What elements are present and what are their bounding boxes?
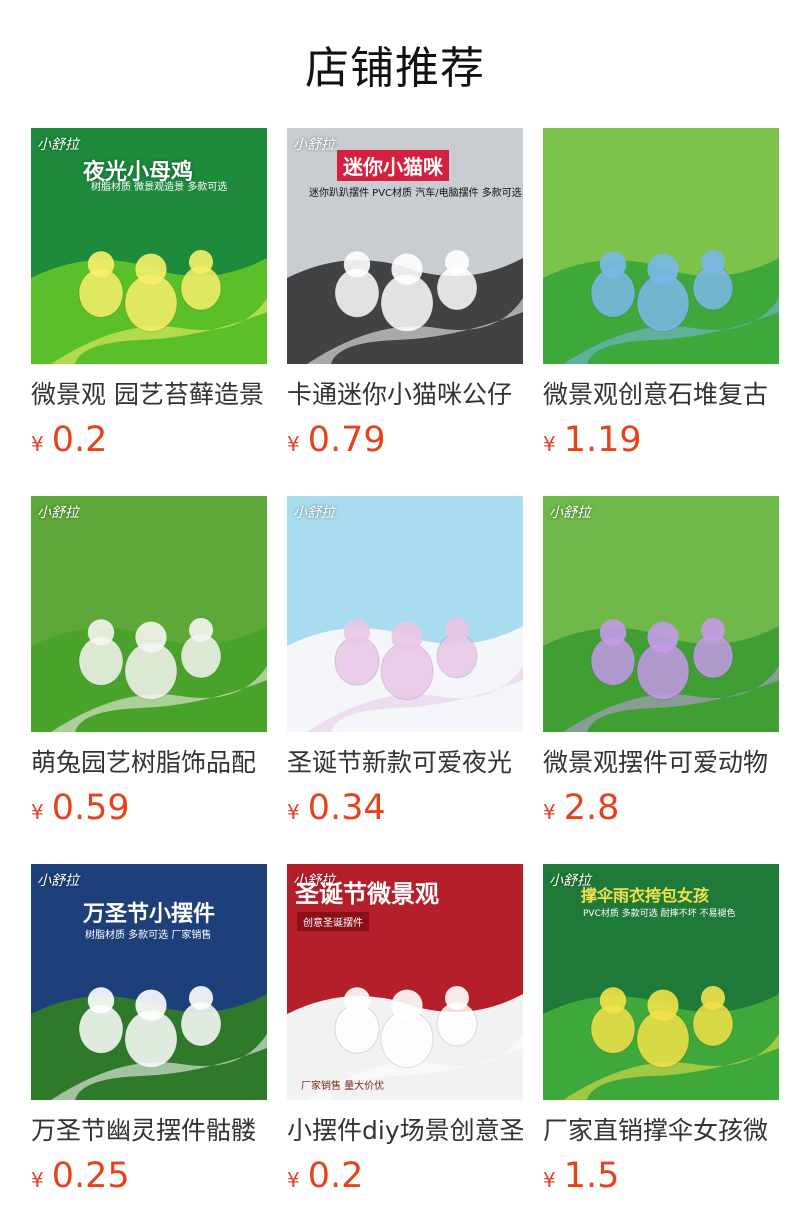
product-price: ¥0.2 bbox=[31, 420, 267, 460]
product-card[interactable]: 小舒拉 圣诞节微景观 创意圣诞摆件 厂家销售 量大价优 小摆件diy场景创意圣 ¥0.2 bbox=[287, 864, 523, 1232]
price-value: 0.59 bbox=[51, 788, 130, 828]
image-banner-text: 万圣节小摆件 bbox=[83, 902, 216, 927]
currency-symbol: ¥ bbox=[287, 432, 300, 456]
image-subtitle: 创意圣诞摆件 bbox=[297, 912, 369, 931]
product-title[interactable]: 万圣节幽灵摆件骷髅 bbox=[31, 1114, 267, 1148]
price-value: 1.19 bbox=[563, 420, 642, 460]
page-title: 店铺推荐 bbox=[305, 43, 485, 94]
product-title[interactable]: 卡通迷你小猫咪公仔 bbox=[287, 378, 523, 412]
currency-symbol: ¥ bbox=[543, 1168, 556, 1192]
product-card[interactable]: 小舒拉 撑伞雨衣挎包女孩 PVC材质 多款可选 耐摔不坏 不易褪色 厂家直销撑伞女孩微… bbox=[543, 864, 779, 1232]
product-title[interactable]: 圣诞节新款可爱夜光 bbox=[287, 746, 523, 780]
product-price: ¥0.2 bbox=[287, 1156, 523, 1196]
price-value: 2.8 bbox=[563, 788, 620, 828]
product-price: ¥0.79 bbox=[287, 420, 523, 460]
currency-symbol: ¥ bbox=[31, 432, 44, 456]
price-value: 0.79 bbox=[307, 420, 386, 460]
currency-symbol: ¥ bbox=[543, 432, 556, 456]
product-price: ¥0.25 bbox=[31, 1156, 267, 1196]
currency-symbol: ¥ bbox=[287, 800, 300, 824]
product-image[interactable]: 小舒拉 迷你小猫咪迷你趴趴摆件 PVC材质 汽车/电脑摆件 多款可选 bbox=[287, 128, 523, 364]
product-card[interactable]: 微景观创意石堆复古 ¥1.19 bbox=[543, 128, 779, 496]
product-title[interactable]: 微景观摆件可爱动物 bbox=[543, 746, 779, 780]
brand-logo: 小舒拉 bbox=[37, 873, 79, 889]
price-value: 0.2 bbox=[307, 1156, 364, 1196]
product-title[interactable]: 厂家直销撑伞女孩微 bbox=[543, 1114, 779, 1148]
product-image[interactable]: 小舒拉 夜光小母鸡 树脂材质 微景观造景 多款可选 bbox=[31, 128, 267, 364]
product-card[interactable]: 小舒拉 迷你小猫咪迷你趴趴摆件 PVC材质 汽车/电脑摆件 多款可选卡通迷你小猫咪… bbox=[287, 128, 523, 496]
brand-logo: 小舒拉 bbox=[293, 505, 335, 521]
product-price: ¥1.19 bbox=[543, 420, 779, 460]
image-banner-text: 迷你小猫咪 bbox=[337, 150, 449, 181]
product-card[interactable]: 小舒拉微景观摆件可爱动物 ¥2.8 bbox=[543, 496, 779, 864]
brand-logo: 小舒拉 bbox=[37, 137, 79, 153]
product-title[interactable]: 微景观 园艺苔藓造景 bbox=[31, 378, 267, 412]
currency-symbol: ¥ bbox=[31, 1168, 44, 1192]
image-subtitle: 树脂材质 多款可选 厂家销售 bbox=[85, 930, 212, 941]
product-image[interactable]: 小舒拉 撑伞雨衣挎包女孩 PVC材质 多款可选 耐摔不坏 不易褪色 bbox=[543, 864, 779, 1100]
currency-symbol: ¥ bbox=[31, 800, 44, 824]
brand-logo: 小舒拉 bbox=[293, 137, 335, 153]
product-card[interactable]: 小舒拉 夜光小母鸡 树脂材质 微景观造景 多款可选微景观 园艺苔藓造景 ¥0.2 bbox=[31, 128, 267, 496]
image-banner-text: 撑伞雨衣挎包女孩 bbox=[581, 886, 710, 905]
product-title[interactable]: 小摆件diy场景创意圣 bbox=[287, 1114, 523, 1148]
product-image[interactable]: 小舒拉 bbox=[31, 496, 267, 732]
price-value: 0.34 bbox=[307, 788, 386, 828]
price-value: 0.25 bbox=[51, 1156, 130, 1196]
brand-logo: 小舒拉 bbox=[549, 505, 591, 521]
product-image[interactable] bbox=[543, 128, 779, 364]
product-title[interactable]: 萌兔园艺树脂饰品配 bbox=[31, 746, 267, 780]
image-subtitle: 树脂材质 微景观造景 多款可选 bbox=[91, 182, 228, 193]
brand-logo: 小舒拉 bbox=[37, 505, 79, 521]
product-price: ¥1.5 bbox=[543, 1156, 779, 1196]
currency-symbol: ¥ bbox=[287, 1168, 300, 1192]
product-image[interactable]: 小舒拉 bbox=[287, 496, 523, 732]
page-header: 店铺推荐 bbox=[0, 0, 790, 128]
price-value: 0.2 bbox=[51, 420, 108, 460]
price-value: 1.5 bbox=[563, 1156, 620, 1196]
product-image[interactable]: 小舒拉 bbox=[543, 496, 779, 732]
image-subtitle: PVC材质 多款可选 耐摔不坏 不易褪色 bbox=[583, 909, 736, 919]
product-card[interactable]: 小舒拉萌兔园艺树脂饰品配 ¥0.59 bbox=[31, 496, 267, 864]
product-price: ¥2.8 bbox=[543, 788, 779, 828]
product-price: ¥0.34 bbox=[287, 788, 523, 828]
currency-symbol: ¥ bbox=[543, 800, 556, 824]
product-price: ¥0.59 bbox=[31, 788, 267, 828]
image-footer-text: 厂家销售 量大价优 bbox=[301, 1081, 385, 1092]
product-card[interactable]: 小舒拉 万圣节小摆件树脂材质 多款可选 厂家销售万圣节幽灵摆件骷髅 ¥0.25 bbox=[31, 864, 267, 1232]
product-image[interactable]: 小舒拉 圣诞节微景观 创意圣诞摆件 厂家销售 量大价优 bbox=[287, 864, 523, 1100]
product-card[interactable]: 小舒拉圣诞节新款可爱夜光 ¥0.34 bbox=[287, 496, 523, 864]
product-image[interactable]: 小舒拉 万圣节小摆件树脂材质 多款可选 厂家销售 bbox=[31, 864, 267, 1100]
image-subtitle: 迷你趴趴摆件 PVC材质 汽车/电脑摆件 多款可选 bbox=[309, 188, 522, 199]
product-grid: 小舒拉 夜光小母鸡 树脂材质 微景观造景 多款可选微景观 园艺苔藓造景 ¥0.2 小舒… bbox=[31, 128, 779, 1232]
image-banner-text: 圣诞节微景观 bbox=[295, 880, 439, 908]
product-title[interactable]: 微景观创意石堆复古 bbox=[543, 378, 779, 412]
